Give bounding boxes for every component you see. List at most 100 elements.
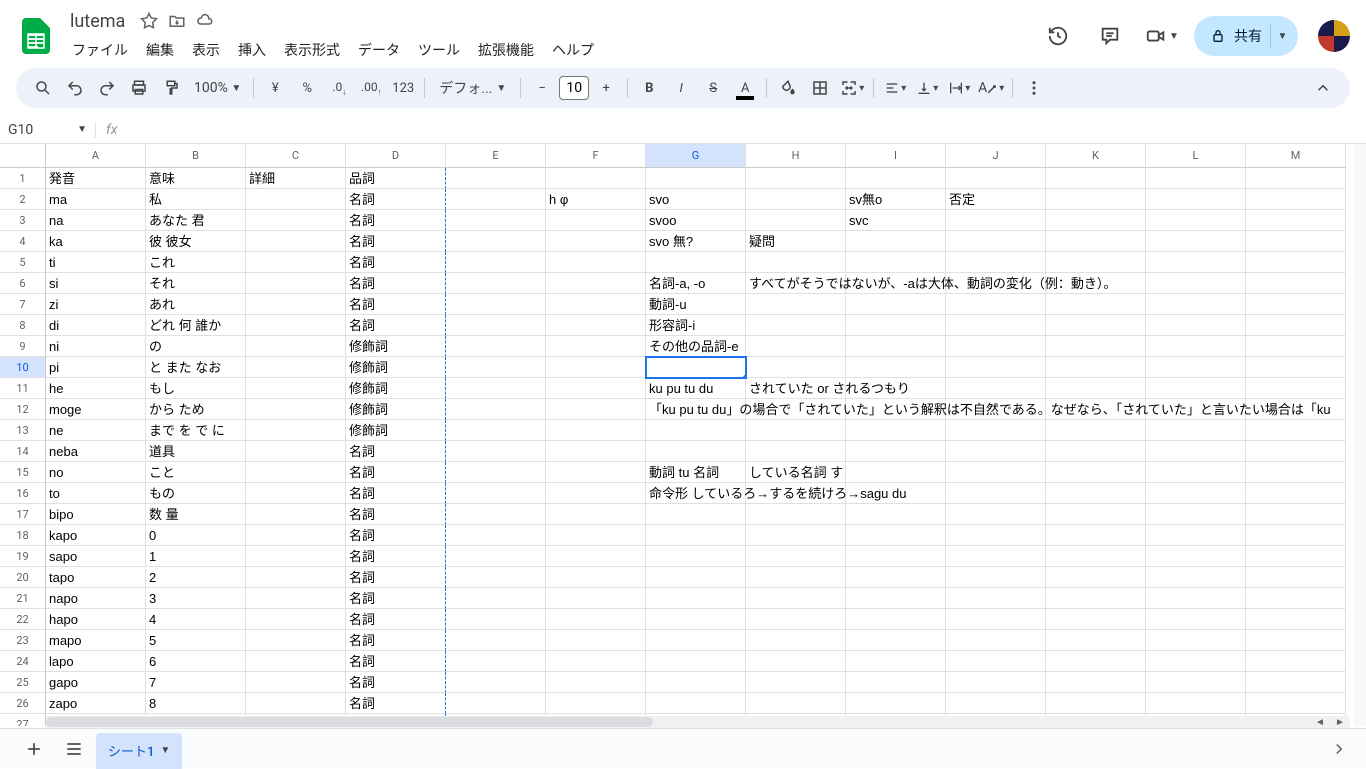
cell[interactable]: napo bbox=[46, 588, 146, 609]
cell[interactable] bbox=[646, 567, 746, 588]
cell[interactable] bbox=[546, 483, 646, 504]
cell[interactable]: h φ bbox=[546, 189, 646, 210]
zoom-select[interactable]: 100% ▼ bbox=[188, 73, 247, 103]
cell[interactable]: 発音 bbox=[46, 168, 146, 189]
cell[interactable] bbox=[446, 399, 546, 420]
cell[interactable] bbox=[846, 168, 946, 189]
strikethrough-icon[interactable]: S bbox=[698, 73, 728, 103]
cell[interactable] bbox=[846, 336, 946, 357]
cell[interactable] bbox=[1146, 231, 1246, 252]
cell[interactable]: bipo bbox=[46, 504, 146, 525]
cell[interactable] bbox=[1046, 315, 1146, 336]
all-sheets-icon[interactable] bbox=[56, 731, 92, 767]
cell[interactable]: no bbox=[46, 462, 146, 483]
cell[interactable] bbox=[1046, 630, 1146, 651]
bold-icon[interactable]: B bbox=[634, 73, 664, 103]
cell[interactable] bbox=[946, 315, 1046, 336]
cell[interactable] bbox=[646, 420, 746, 441]
cell[interactable]: 4 bbox=[146, 609, 246, 630]
collapse-icon[interactable] bbox=[1308, 73, 1338, 103]
column-header[interactable]: J bbox=[946, 144, 1046, 168]
row-header[interactable]: 21 bbox=[0, 588, 46, 609]
cell[interactable] bbox=[1246, 651, 1346, 672]
cell[interactable] bbox=[1146, 357, 1246, 378]
cell[interactable] bbox=[946, 630, 1046, 651]
column-header[interactable]: F bbox=[546, 144, 646, 168]
cell[interactable] bbox=[1046, 168, 1146, 189]
cell[interactable] bbox=[1246, 357, 1346, 378]
select-all-corner[interactable] bbox=[0, 144, 46, 168]
cell[interactable]: 2 bbox=[146, 567, 246, 588]
cell[interactable]: 名詞 bbox=[346, 567, 446, 588]
cell[interactable]: 修飾詞 bbox=[346, 399, 446, 420]
cell[interactable] bbox=[1146, 294, 1246, 315]
cell[interactable]: pi bbox=[46, 357, 146, 378]
cell[interactable]: の bbox=[146, 336, 246, 357]
cell[interactable]: neba bbox=[46, 441, 146, 462]
cell[interactable] bbox=[446, 294, 546, 315]
cell[interactable] bbox=[246, 231, 346, 252]
cell[interactable] bbox=[546, 546, 646, 567]
cell[interactable]: 名詞 bbox=[346, 588, 446, 609]
cell[interactable]: ka bbox=[46, 231, 146, 252]
cell[interactable]: している名詞 する名詞 bbox=[746, 462, 846, 483]
cell[interactable] bbox=[646, 651, 746, 672]
cell[interactable] bbox=[946, 672, 1046, 693]
cell[interactable] bbox=[246, 504, 346, 525]
cell[interactable] bbox=[1246, 567, 1346, 588]
row-header[interactable]: 22 bbox=[0, 609, 46, 630]
cell[interactable] bbox=[446, 189, 546, 210]
comment-icon[interactable] bbox=[1090, 16, 1130, 56]
cell[interactable] bbox=[546, 357, 646, 378]
cell[interactable] bbox=[846, 420, 946, 441]
cell[interactable]: 1 bbox=[146, 546, 246, 567]
valign-icon[interactable]: ▾ bbox=[912, 73, 942, 103]
cell[interactable]: tapo bbox=[46, 567, 146, 588]
cell[interactable] bbox=[946, 693, 1046, 714]
cell[interactable] bbox=[246, 588, 346, 609]
cell[interactable]: 8 bbox=[146, 693, 246, 714]
cell[interactable]: 形容詞-i bbox=[646, 315, 746, 336]
cell[interactable]: 数 量 bbox=[146, 504, 246, 525]
cell[interactable] bbox=[246, 210, 346, 231]
menu-file[interactable]: ファイル bbox=[64, 36, 136, 64]
cell[interactable] bbox=[846, 672, 946, 693]
menu-view[interactable]: 表示 bbox=[184, 36, 228, 64]
cell[interactable] bbox=[646, 504, 746, 525]
cell[interactable]: すべてがそうではないが、-aは大体、動詞の変化（例：動き）。 bbox=[746, 273, 846, 294]
row-header[interactable]: 17 bbox=[0, 504, 46, 525]
cell[interactable] bbox=[1046, 357, 1146, 378]
cell[interactable] bbox=[446, 231, 546, 252]
row-header[interactable]: 3 bbox=[0, 210, 46, 231]
cell[interactable] bbox=[546, 609, 646, 630]
cell[interactable] bbox=[946, 420, 1046, 441]
cell[interactable]: kapo bbox=[46, 525, 146, 546]
cell[interactable] bbox=[1146, 315, 1246, 336]
cell[interactable] bbox=[946, 357, 1046, 378]
cell[interactable] bbox=[1046, 504, 1146, 525]
cell[interactable] bbox=[446, 609, 546, 630]
row-header[interactable]: 24 bbox=[0, 651, 46, 672]
cell[interactable] bbox=[646, 252, 746, 273]
cell[interactable] bbox=[1246, 420, 1346, 441]
undo-icon[interactable] bbox=[60, 73, 90, 103]
row-header[interactable]: 7 bbox=[0, 294, 46, 315]
cell[interactable] bbox=[1246, 525, 1346, 546]
row-header[interactable]: 14 bbox=[0, 441, 46, 462]
row-header[interactable]: 16 bbox=[0, 483, 46, 504]
cell[interactable]: 名詞 bbox=[346, 315, 446, 336]
column-header[interactable]: M bbox=[1246, 144, 1346, 168]
cell[interactable] bbox=[546, 273, 646, 294]
cell[interactable] bbox=[646, 693, 746, 714]
cell[interactable] bbox=[746, 315, 846, 336]
percent-icon[interactable]: % bbox=[292, 73, 322, 103]
cell[interactable] bbox=[1046, 525, 1146, 546]
cell[interactable]: その他の品詞-e bbox=[646, 336, 746, 357]
font-size-decrease[interactable]: − bbox=[527, 73, 557, 103]
cell[interactable]: to bbox=[46, 483, 146, 504]
cell[interactable]: zapo bbox=[46, 693, 146, 714]
cell[interactable]: lapo bbox=[46, 651, 146, 672]
cell[interactable] bbox=[246, 441, 346, 462]
cell[interactable] bbox=[446, 630, 546, 651]
cell[interactable] bbox=[946, 588, 1046, 609]
